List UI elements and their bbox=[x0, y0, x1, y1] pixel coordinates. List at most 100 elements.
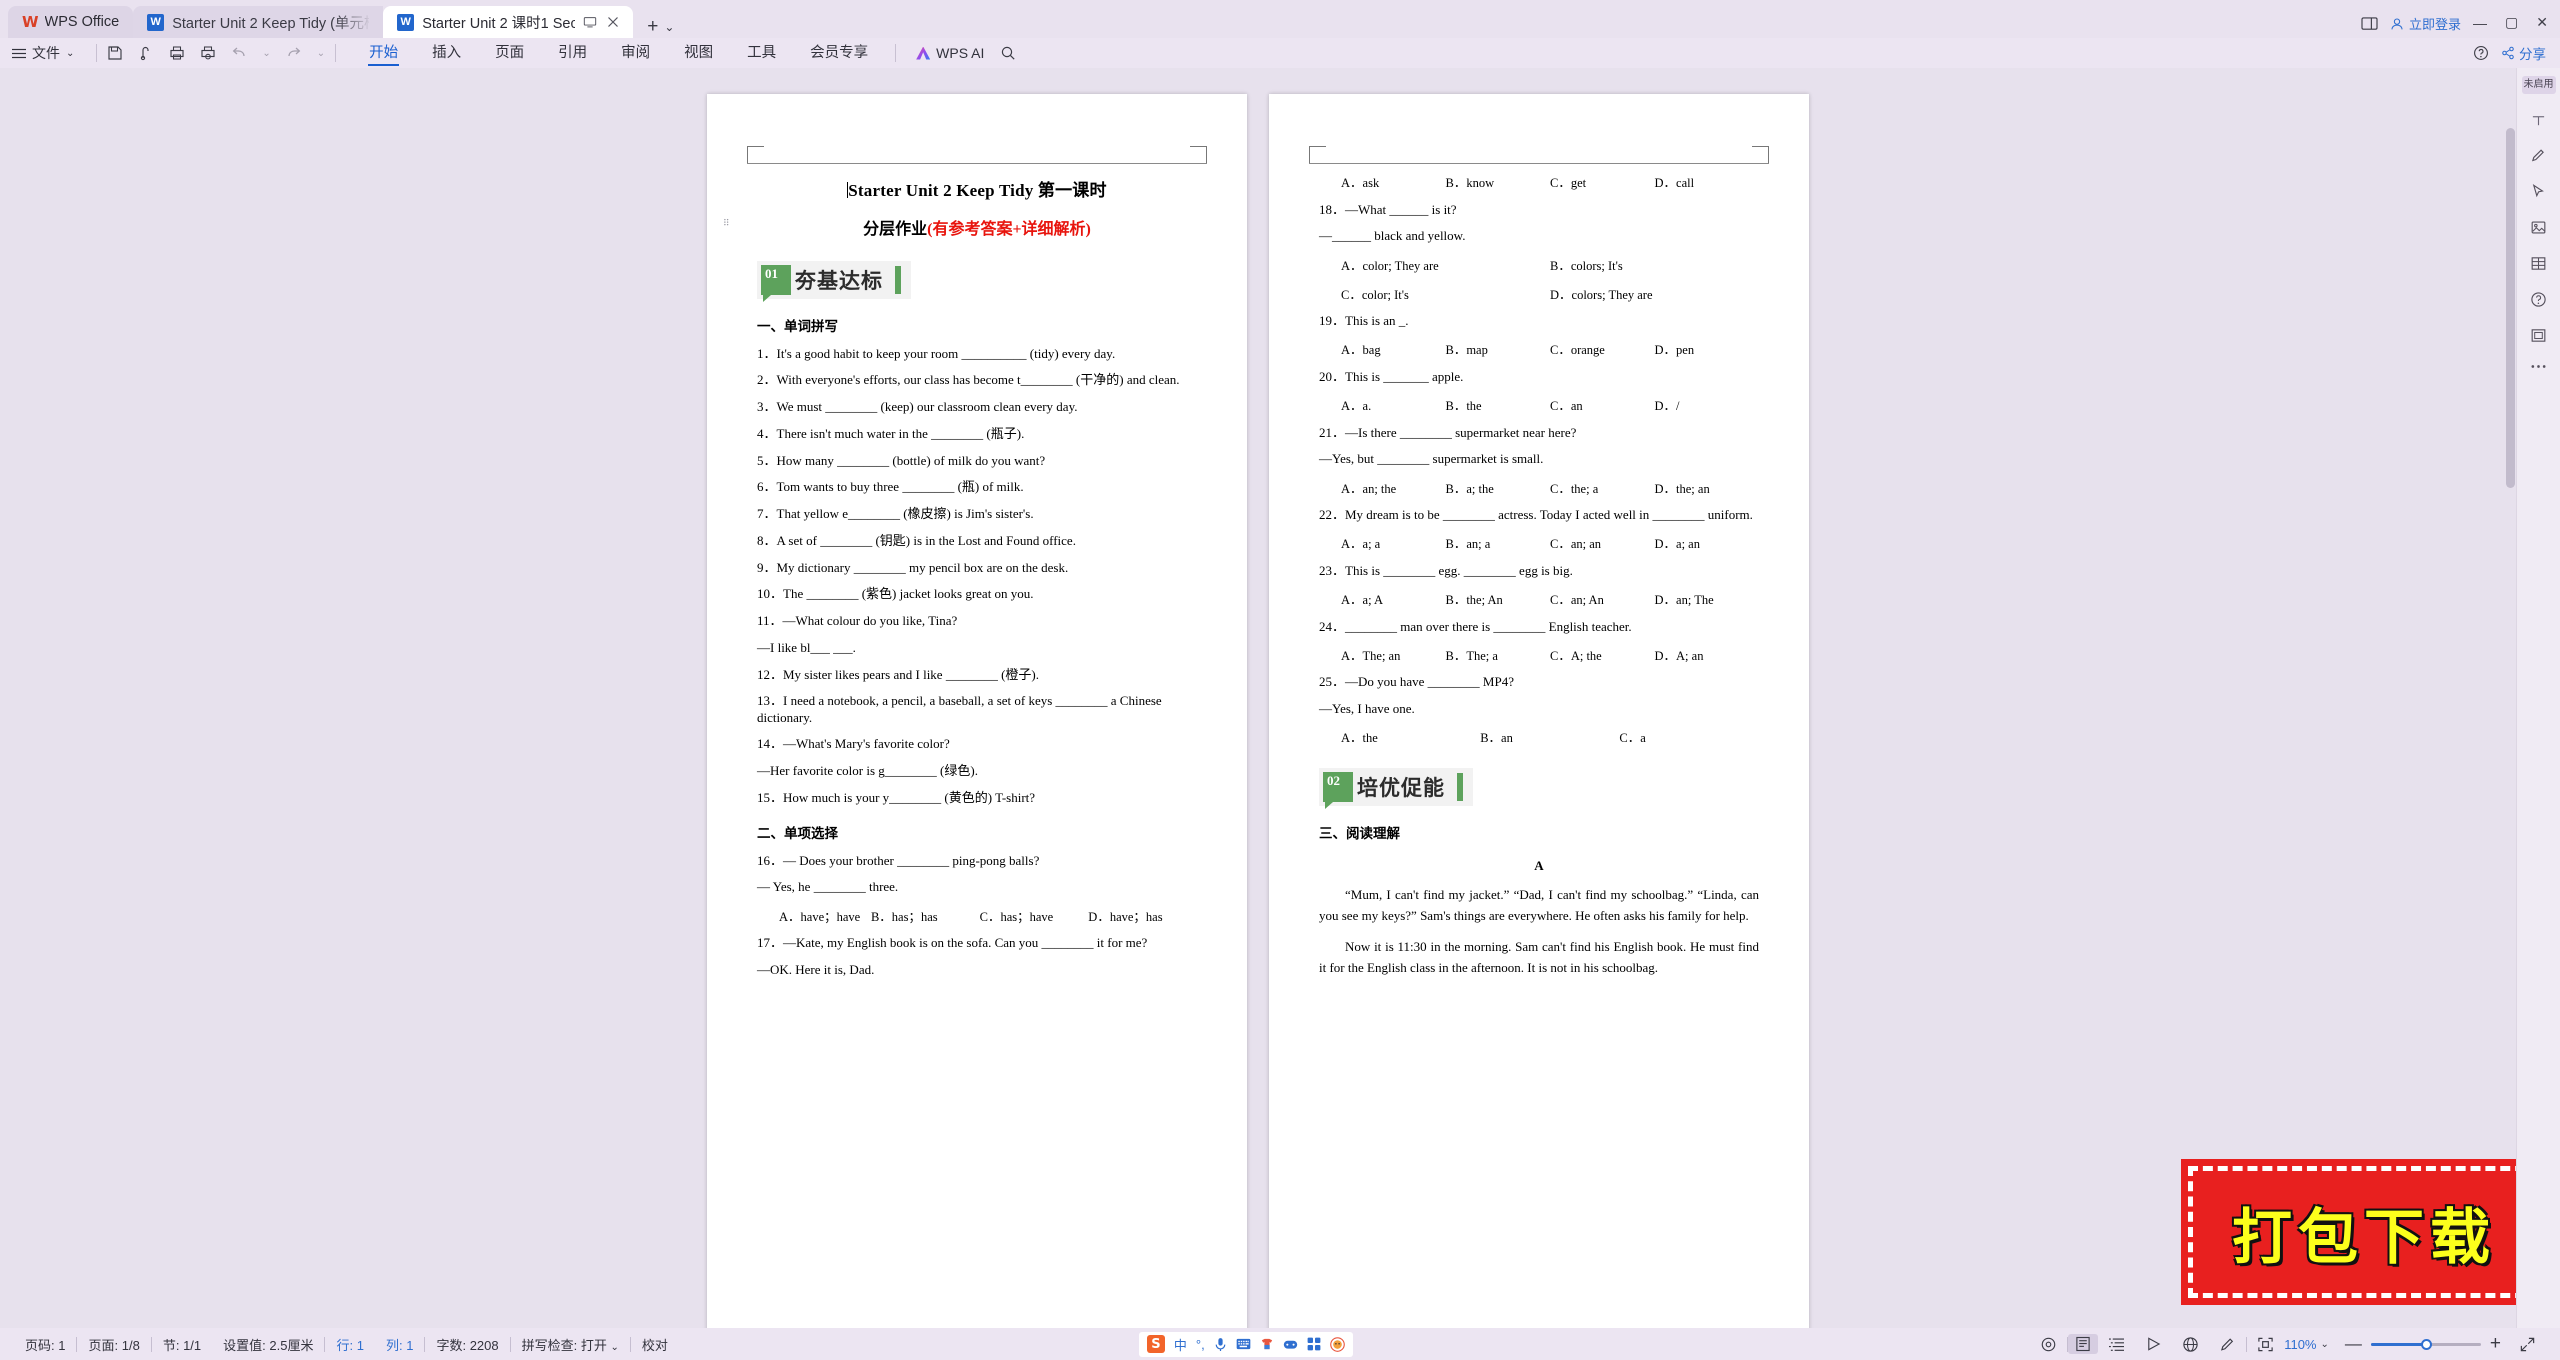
status-setting[interactable]: 设置值: 2.5厘米 bbox=[212, 1335, 324, 1354]
document-tab-2[interactable]: W Starter Unit 2 课时1 Section bbox=[383, 6, 634, 38]
ribbon-tab-start[interactable]: 开始 bbox=[352, 38, 415, 68]
login-button[interactable]: 立即登录 bbox=[2390, 14, 2461, 33]
option-a[interactable]: A．a; a bbox=[1341, 533, 1446, 552]
file-menu-button[interactable]: 文件 ⌄ bbox=[12, 43, 86, 63]
wps-ai-button[interactable]: WPS AI bbox=[916, 45, 984, 61]
option-b[interactable]: B．the bbox=[1446, 395, 1551, 414]
skin-icon[interactable] bbox=[1260, 1337, 1274, 1351]
zoom-in-button[interactable]: + bbox=[2490, 1333, 2501, 1355]
ink-icon[interactable] bbox=[2209, 1336, 2246, 1353]
option-d[interactable]: D．A; an bbox=[1655, 645, 1760, 664]
window-layout-icon[interactable] bbox=[2361, 16, 2378, 31]
help-circle-icon[interactable] bbox=[2530, 291, 2547, 308]
sogou-logo-icon[interactable]: S bbox=[1146, 1335, 1165, 1353]
more-dots-icon[interactable] bbox=[2530, 363, 2547, 370]
ribbon-tab-page[interactable]: 页面 bbox=[478, 38, 541, 68]
ribbon-tab-view[interactable]: 视图 bbox=[667, 38, 730, 68]
option-a[interactable]: A．The; an bbox=[1341, 645, 1446, 664]
customize-qat-icon[interactable]: ⌄ bbox=[317, 48, 325, 59]
option-a[interactable]: A．ask bbox=[1341, 172, 1446, 191]
punct-icon[interactable]: °, bbox=[1196, 1337, 1205, 1352]
option-b[interactable]: B．The; a bbox=[1446, 645, 1551, 664]
status-column[interactable]: 列: 1 bbox=[375, 1335, 424, 1354]
chevron-down-icon[interactable]: ⌄ bbox=[611, 1342, 619, 1353]
shapes-icon[interactable] bbox=[2530, 327, 2547, 344]
ime-mode-label[interactable]: 中 bbox=[1174, 1335, 1187, 1354]
option-a[interactable]: A．an; the bbox=[1341, 478, 1446, 497]
option-a[interactable]: A．color; They are bbox=[1341, 255, 1550, 274]
document-page-left[interactable]: ⠿ Starter Unit 2 Keep Tidy 第一课时 分层作业(有参考… bbox=[707, 94, 1247, 1328]
page-view-icon[interactable] bbox=[2068, 1334, 2099, 1354]
web-view-icon[interactable] bbox=[2172, 1336, 2209, 1353]
option-a[interactable]: A．bag bbox=[1341, 339, 1446, 358]
present-icon[interactable] bbox=[583, 15, 597, 29]
option-c[interactable]: C．A; the bbox=[1550, 645, 1655, 664]
zoom-track[interactable] bbox=[2370, 1338, 2481, 1350]
zoom-slider[interactable]: — + bbox=[2337, 1333, 2509, 1355]
option-a[interactable]: A．have；have bbox=[779, 906, 871, 925]
option-b[interactable]: B．map bbox=[1446, 339, 1551, 358]
close-button[interactable]: ✕ bbox=[2536, 14, 2548, 31]
save-as-icon[interactable] bbox=[138, 45, 154, 61]
maximize-button[interactable]: ▢ bbox=[2505, 14, 2518, 31]
cursor-select-icon[interactable] bbox=[2530, 183, 2547, 200]
keyboard-icon[interactable] bbox=[1236, 1338, 1251, 1350]
status-row[interactable]: 行: 1 bbox=[325, 1335, 374, 1354]
option-c[interactable]: C．an; an bbox=[1550, 533, 1655, 552]
document-tab-1[interactable]: W Starter Unit 2 Keep Tidy (单元检测) bbox=[133, 6, 384, 38]
edit-pen-icon[interactable] bbox=[2530, 147, 2547, 164]
close-icon[interactable] bbox=[607, 16, 619, 28]
vertical-scrollbar[interactable] bbox=[2505, 68, 2516, 1328]
tab-list-dropdown-icon[interactable]: ⌄ bbox=[664, 20, 674, 34]
option-c[interactable]: C．color; It's bbox=[1341, 284, 1550, 303]
home-tab[interactable]: W WPS Office bbox=[8, 6, 134, 38]
ribbon-tab-member[interactable]: 会员专享 bbox=[793, 38, 885, 68]
option-b[interactable]: B．an; a bbox=[1446, 533, 1551, 552]
option-c[interactable]: C．get bbox=[1550, 172, 1655, 191]
option-b[interactable]: B．an bbox=[1480, 727, 1619, 746]
scrollbar-thumb[interactable] bbox=[2506, 128, 2515, 488]
ribbon-tab-reference[interactable]: 引用 bbox=[541, 38, 604, 68]
option-c[interactable]: C．the; a bbox=[1550, 478, 1655, 497]
share-button[interactable]: 分享 bbox=[2501, 43, 2546, 63]
status-proofread[interactable]: 校对 bbox=[631, 1335, 679, 1354]
option-d[interactable]: D．call bbox=[1655, 172, 1760, 191]
status-word-count[interactable]: 字数: 2208 bbox=[425, 1335, 509, 1354]
table-tool-icon[interactable] bbox=[2530, 255, 2547, 272]
paragraph-handle-icon[interactable]: ⠿ bbox=[723, 219, 731, 228]
option-b[interactable]: B．the; An bbox=[1446, 589, 1551, 608]
option-c[interactable]: C．an bbox=[1550, 395, 1655, 414]
option-d[interactable]: D．a; an bbox=[1655, 533, 1760, 552]
help-circle-icon[interactable] bbox=[2473, 45, 2489, 61]
focus-icon[interactable] bbox=[2247, 1336, 2284, 1353]
option-d[interactable]: D．an; The bbox=[1655, 589, 1760, 608]
zoom-level-label[interactable]: 110% bbox=[2284, 1337, 2318, 1352]
document-page-right[interactable]: A．ask B．know C．get D．call 18．—What _____… bbox=[1269, 94, 1809, 1328]
option-d[interactable]: D．the; an bbox=[1655, 478, 1760, 497]
outline-view-icon[interactable] bbox=[2098, 1337, 2135, 1352]
option-b[interactable]: B．has；has bbox=[871, 906, 980, 925]
option-d[interactable]: D．have；has bbox=[1088, 906, 1162, 925]
mic-icon[interactable] bbox=[1214, 1337, 1227, 1352]
mascot-icon[interactable] bbox=[1329, 1336, 1345, 1352]
apps-icon[interactable] bbox=[1307, 1337, 1321, 1351]
new-tab-button[interactable]: + bbox=[647, 16, 658, 38]
zoom-knob[interactable] bbox=[2420, 1338, 2432, 1350]
option-a[interactable]: A．a. bbox=[1341, 395, 1446, 414]
status-page-of[interactable]: 页面: 1/8 bbox=[77, 1335, 150, 1354]
option-a[interactable]: A．a; A bbox=[1341, 589, 1446, 608]
print-preview-icon[interactable] bbox=[200, 45, 216, 61]
option-c[interactable]: C．an; An bbox=[1550, 589, 1655, 608]
rail-top-button[interactable]: 未启用 bbox=[2521, 76, 2556, 94]
option-d[interactable]: D．pen bbox=[1655, 339, 1760, 358]
save-icon[interactable] bbox=[107, 45, 123, 61]
status-spell-check[interactable]: 拼写检查: 打开 ⌄ bbox=[511, 1335, 630, 1354]
ribbon-tab-tools[interactable]: 工具 bbox=[730, 38, 793, 68]
ribbon-tab-insert[interactable]: 插入 bbox=[415, 38, 478, 68]
option-b[interactable]: B．know bbox=[1446, 172, 1551, 191]
option-c[interactable]: C．has；have bbox=[980, 906, 1089, 925]
undo-dropdown-icon[interactable]: ⌄ bbox=[262, 48, 270, 59]
status-page-number[interactable]: 页码: 1 bbox=[14, 1335, 76, 1354]
option-a[interactable]: A．the bbox=[1341, 727, 1480, 746]
zoom-out-button[interactable]: — bbox=[2345, 1334, 2362, 1354]
